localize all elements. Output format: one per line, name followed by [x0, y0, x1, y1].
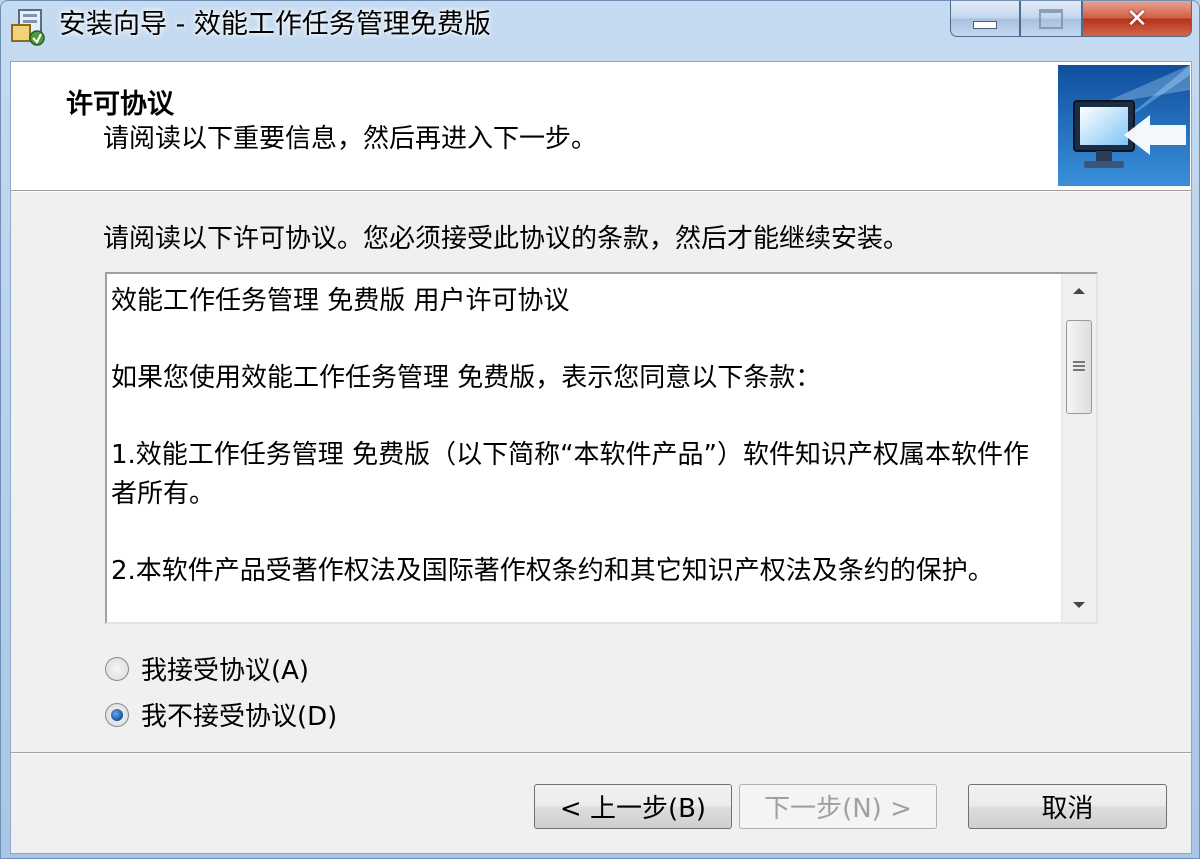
- scroll-down-button[interactable]: [1062, 588, 1096, 622]
- wizard-client-area: 许可协议 请阅读以下重要信息，然后再进入下一步。 请阅读以下许可协议。您必须接受…: [10, 61, 1192, 854]
- arrow-down-icon: [1073, 602, 1085, 608]
- installer-app-icon: [11, 9, 45, 46]
- decline-label: 我不接受协议(D): [141, 702, 338, 732]
- scroll-up-button[interactable]: [1062, 274, 1096, 308]
- next-button[interactable]: 下一步(N) >: [739, 784, 937, 829]
- grip-icon: [1073, 361, 1085, 373]
- license-paragraph: 1.效能工作任务管理 免费版（以下简称“本软件产品”）软件知识产权属本软件作者所…: [111, 440, 1030, 509]
- license-paragraph: 效能工作任务管理 免费版 用户许可协议: [111, 286, 570, 316]
- arrow-up-icon: [1073, 288, 1085, 294]
- page-subtitle: 请阅读以下重要信息，然后再进入下一步。: [103, 124, 598, 154]
- license-text: 效能工作任务管理 免费版 用户许可协议 如果您使用效能工作任务管理 免费版，表示…: [111, 282, 1051, 590]
- footer-divider: [11, 752, 1191, 754]
- license-instruction: 请阅读以下许可协议。您必须接受此协议的条款，然后才能继续安装。: [103, 224, 910, 254]
- installer-window: 安装向导 - 效能工作任务管理免费版 ✕ 许可协议 请阅读以下重要信息，然后再进…: [0, 0, 1200, 859]
- license-scrollbar[interactable]: [1061, 274, 1096, 622]
- page-title: 许可协议: [66, 89, 174, 120]
- back-button[interactable]: < 上一步(B): [534, 784, 732, 829]
- close-button[interactable]: ✕: [1082, 1, 1192, 37]
- header-divider: [11, 190, 1191, 192]
- scroll-thumb[interactable]: [1066, 320, 1092, 414]
- decline-option[interactable]: 我不接受协议(D): [105, 696, 337, 733]
- close-icon: ✕: [1126, 3, 1148, 34]
- minimize-button[interactable]: [950, 1, 1020, 37]
- accept-option[interactable]: 我接受协议(A): [105, 650, 309, 687]
- maximize-button: [1020, 1, 1082, 37]
- accept-radio[interactable]: [105, 656, 129, 681]
- window-title: 安装向导 - 效能工作任务管理免费版: [59, 9, 491, 40]
- license-paragraph: 如果您使用效能工作任务管理 免费版，表示您同意以下条款：: [111, 363, 822, 393]
- wizard-header: 许可协议 请阅读以下重要信息，然后再进入下一步。: [11, 62, 1191, 190]
- license-text-box[interactable]: 效能工作任务管理 免费版 用户许可协议 如果您使用效能工作任务管理 免费版，表示…: [105, 272, 1098, 624]
- license-paragraph: 2.本软件产品受著作权法及国际著作权条约和其它知识产权法及条约的保护。: [111, 555, 994, 586]
- cancel-button[interactable]: 取消: [968, 784, 1167, 829]
- title-bar[interactable]: 安装向导 - 效能工作任务管理免费版 ✕: [1, 1, 1199, 53]
- decline-radio[interactable]: [105, 702, 129, 727]
- computer-install-logo-icon: [1058, 65, 1190, 186]
- maximize-icon: [1039, 8, 1063, 29]
- minimize-icon: [973, 20, 997, 29]
- accept-label: 我接受协议(A): [141, 656, 310, 686]
